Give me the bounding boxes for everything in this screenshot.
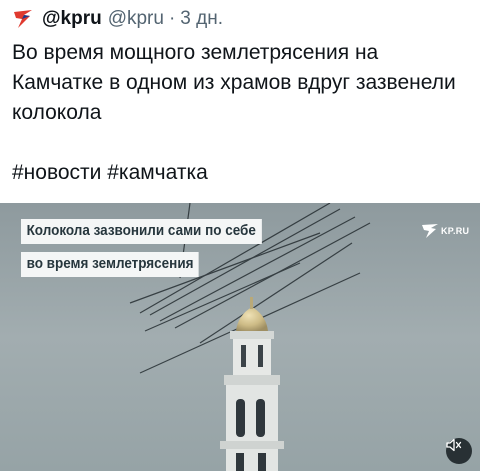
post-timestamp[interactable]: 3 дн. — [180, 8, 223, 30]
kp-arrow-watermark-icon — [421, 223, 439, 239]
author-name[interactable]: @kpru — [42, 8, 102, 30]
separator-dot: · — [168, 8, 176, 29]
kp-arrow-icon[interactable] — [12, 9, 34, 29]
video-caption-line-1: Колокола зазвонили сами по себе — [21, 219, 262, 244]
speaker-muted-icon — [446, 438, 462, 452]
kp-brand-watermark: KP.RU — [421, 223, 469, 239]
video-media[interactable]: Колокола зазвонили сами по себе во время… — [0, 203, 480, 471]
post: @kpru @kpru · 3 дн. Во время мощного зем… — [0, 0, 480, 471]
author-handle[interactable]: @kpru — [108, 8, 164, 30]
mute-button[interactable] — [446, 438, 472, 464]
post-header: @kpru @kpru · 3 дн. — [12, 6, 223, 32]
kp-brand-text: KP.RU — [441, 226, 470, 236]
post-body-text: Во время мощного землетрясения на Камчат… — [12, 41, 456, 184]
video-caption-line-2: во время землетрясения — [21, 252, 200, 277]
